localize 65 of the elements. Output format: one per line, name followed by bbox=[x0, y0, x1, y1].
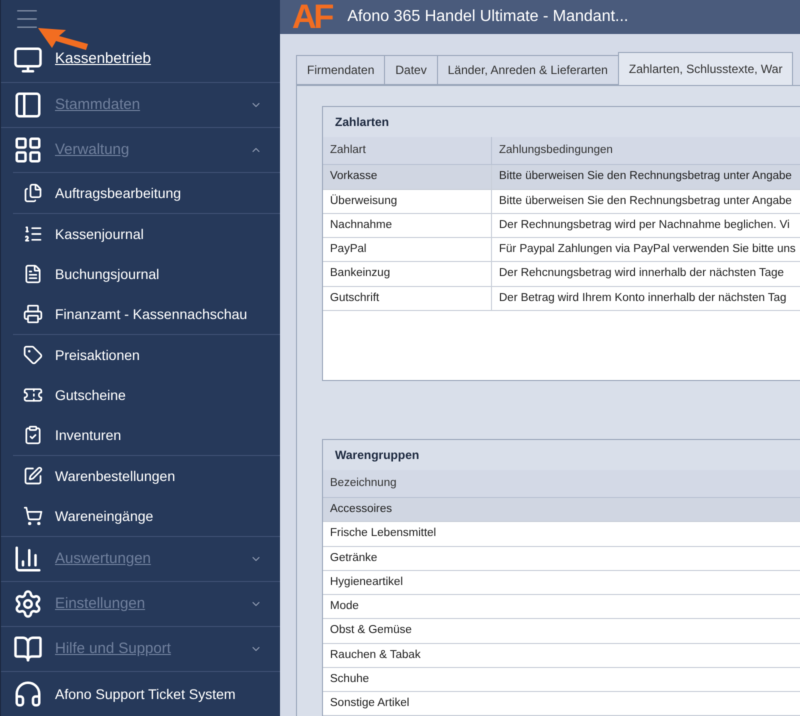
table-cell: Der Rechnungsbetrag wird per Nachnahme beglichen. Vi bbox=[491, 214, 800, 237]
nav-item[interactable]: Buchungsjournal bbox=[55, 264, 160, 284]
table-row[interactable]: Rauchen & Tabak bbox=[323, 644, 800, 668]
table-cell-text: Bankeinzug bbox=[329, 266, 392, 282]
table-cell-text: PayPal bbox=[329, 242, 368, 257]
group-title: Zahlarten bbox=[334, 114, 390, 131]
document-icon bbox=[23, 264, 43, 284]
tab[interactable]: Firmendaten bbox=[296, 55, 386, 85]
table-row[interactable]: Vorkasse Bitte überweisen Sie den Rechnungsbetrag unter Angabe bbox=[323, 165, 800, 190]
help-book-icon bbox=[13, 634, 43, 664]
table-row[interactable]: PayPal Für Paypal Zahlungen via PayPal verwenden Sie bitte uns bbox=[323, 238, 800, 262]
column-header[interactable]: Bezeichnung bbox=[323, 470, 800, 497]
nav-item[interactable]: Inventuren bbox=[55, 424, 122, 446]
table-cell-text: Überweisung bbox=[329, 193, 398, 208]
tab[interactable]: Datev bbox=[384, 55, 438, 85]
nav-item[interactable]: Finanzamt - Kassennachschau bbox=[55, 304, 248, 324]
nav-item[interactable]: Warenbestellungen bbox=[55, 466, 176, 486]
printer-icon bbox=[23, 304, 43, 324]
monitor-icon bbox=[13, 44, 43, 74]
column-header[interactable]: Zahlart bbox=[323, 137, 491, 164]
table-cell-text: Gutschrift bbox=[329, 290, 380, 306]
pointer-arrow bbox=[38, 28, 88, 50]
table-row[interactable]: Frische Lebensmittel bbox=[323, 522, 800, 546]
settings-icon bbox=[13, 589, 43, 619]
table-row[interactable]: Schuhe bbox=[323, 668, 800, 692]
nav-item[interactable]: Gutscheine bbox=[55, 384, 126, 406]
table-row[interactable]: Bankeinzug Der Rehcnungsbetrag wird innerhalb der nächsten Tage bbox=[323, 262, 800, 286]
window-title: Afono 365 Handel Ultimate - Mandant... bbox=[347, 7, 628, 27]
table-row[interactable]: Überweisung Bitte überweisen Sie den Rechnungsbetrag unter Angabe bbox=[323, 190, 800, 214]
table-cell: Der Rehcnungsbetrag wird innerhalb der nächsten Tage bbox=[491, 262, 800, 286]
headphones-icon bbox=[13, 679, 43, 709]
nav-item[interactable]: Preisaktionen bbox=[55, 344, 140, 366]
nav-link[interactable]: Kassenbetrieb bbox=[55, 48, 151, 71]
column-header[interactable]: Zahlungsbedingungen bbox=[491, 137, 800, 164]
table-row[interactable]: Obst & Gemüse bbox=[323, 619, 800, 644]
table-cell-text: Nachnahme bbox=[329, 218, 394, 233]
bar-chart-icon bbox=[13, 544, 43, 574]
nav-item[interactable]: Wareneingänge bbox=[55, 506, 154, 526]
nav-item[interactable]: Auftragsbearbeitung bbox=[55, 182, 182, 204]
cart-icon bbox=[23, 506, 43, 526]
clipboard-icon bbox=[23, 425, 43, 445]
grid-icon bbox=[13, 135, 43, 165]
panel-icon bbox=[13, 90, 43, 120]
tab[interactable]: Zahlarten, Schlusstexte, War bbox=[618, 52, 794, 85]
table-row[interactable]: Getränke bbox=[323, 546, 800, 571]
table-row[interactable]: Sonstige Artikel bbox=[323, 692, 800, 716]
list-icon bbox=[23, 224, 43, 244]
nav-item[interactable]: Kassenjournal bbox=[55, 224, 144, 244]
documents-icon bbox=[23, 183, 43, 203]
table-row[interactable]: Accessoires bbox=[323, 498, 800, 522]
table-row[interactable]: Gutschrift Der Betrag wird Ihrem Konto innerhalb der nächsten Tag bbox=[323, 286, 800, 311]
table-cell: Der Betrag wird Ihrem Konto innerhalb der nächsten Tag bbox=[491, 286, 800, 310]
table-cell: Für Paypal Zahlungen via PayPal verwenden Sie bitte uns bbox=[491, 238, 800, 262]
table-row[interactable]: Hygieneartikel bbox=[323, 570, 800, 595]
table-row[interactable]: Nachnahme Der Rechnungsbetrag wird per Nachnahme beglichen. Vi bbox=[323, 214, 800, 238]
tab[interactable]: Länder, Anreden & Lieferarten bbox=[436, 55, 619, 85]
table-row[interactable]: Mode bbox=[323, 595, 800, 620]
app-logo: AF bbox=[292, 0, 333, 34]
table-cell-text: Vorkasse bbox=[329, 169, 378, 184]
table-cell: Bitte überweisen Sie den Rechnungsbetrag unter Angabe bbox=[491, 165, 800, 188]
group-title: Warengruppen bbox=[334, 446, 420, 464]
table-cell: Bitte überweisen Sie den Rechnungsbetrag unter Angabe bbox=[491, 190, 800, 213]
tag-icon bbox=[23, 345, 43, 365]
nav-link[interactable]: Afono Support Ticket System bbox=[55, 684, 236, 704]
edit-icon bbox=[23, 466, 43, 486]
